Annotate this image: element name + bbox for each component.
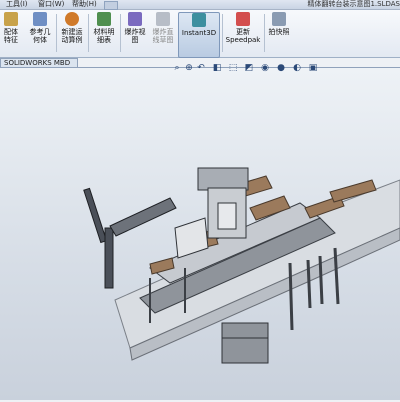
- menu-help[interactable]: 帮助(H): [72, 0, 97, 9]
- hide-show-icon[interactable]: ◉: [260, 63, 270, 73]
- left-post: [83, 187, 108, 244]
- explode-line-sketch-button[interactable]: 爆炸直 线草图: [149, 12, 177, 56]
- explode-line-sketch-label: 爆炸直 线草图: [152, 28, 174, 44]
- new-motion-study-label: 新建运 动算例: [61, 28, 83, 44]
- reference-geometry-button[interactable]: 参考几 何体: [26, 12, 54, 56]
- leg: [306, 259, 312, 309]
- graphics-viewport[interactable]: ⌕ ⊕ ↶ ◧ ⬚ ◩ ◉ ● ◐ ▣: [0, 63, 400, 400]
- motion-study-icon: [65, 12, 79, 26]
- camera-snapshot-icon: [272, 12, 286, 26]
- new-motion-study-button[interactable]: 新建运 动算例: [58, 12, 86, 56]
- left-arm: [109, 197, 177, 237]
- take-snapshot-button[interactable]: 拍快照: [266, 12, 292, 56]
- separator: [120, 14, 121, 52]
- menu-window[interactable]: 窗口(W): [38, 0, 64, 9]
- command-manager-ribbon: 配体 特征 参考几 何体 新建运 动算例 材料明 细表 爆炸视 图 爆炸直 线草…: [0, 10, 400, 58]
- exploded-view-label: 爆炸视 图: [124, 28, 146, 44]
- assembly-model: [83, 167, 400, 364]
- instant3d-icon: [192, 13, 206, 27]
- update-speedpak-label: 更新 Speedpak: [225, 28, 261, 44]
- take-snapshot-label: 拍快照: [268, 28, 290, 36]
- separator: [222, 14, 223, 52]
- zoom-to-fit-icon[interactable]: ⌕: [172, 63, 182, 73]
- display-style-icon[interactable]: ◩: [244, 63, 254, 73]
- section-view-icon[interactable]: ◧: [212, 63, 222, 73]
- motor: [217, 202, 237, 230]
- lower-frame: [221, 322, 269, 364]
- bom-table-icon: [97, 12, 111, 26]
- reference-geometry-label: 参考几 何体: [29, 28, 51, 44]
- reference-geometry-icon: [33, 12, 47, 26]
- exploded-view-button[interactable]: 爆炸视 图: [122, 12, 148, 56]
- leg: [318, 255, 324, 305]
- appearance-icon[interactable]: ●: [276, 63, 286, 73]
- tab-solidworks-mbd[interactable]: SOLIDWORKS MBD: [0, 58, 78, 67]
- zoom-area-icon[interactable]: ⊕: [184, 63, 194, 73]
- leg: [288, 262, 294, 331]
- separator: [264, 14, 265, 52]
- bill-of-materials-button[interactable]: 材料明 细表: [90, 12, 118, 56]
- assembly-feature-icon: [4, 12, 18, 26]
- separator: [88, 14, 89, 52]
- pin-icon[interactable]: [104, 1, 118, 10]
- update-speedpak-button[interactable]: 更新 Speedpak: [224, 12, 262, 56]
- instant3d-button[interactable]: Instant3D: [178, 12, 220, 58]
- speedpak-icon: [236, 12, 250, 26]
- assembly-feature-label: 配体 特征: [4, 28, 18, 44]
- tower-top: [197, 167, 249, 191]
- scene-icon[interactable]: ◐: [292, 63, 302, 73]
- document-title: 精体翻转台装示意图1.SLDAS: [307, 0, 400, 8]
- separator: [56, 14, 57, 52]
- left-column: [104, 227, 114, 289]
- exploded-view-icon: [128, 12, 142, 26]
- bill-of-materials-label: 材料明 细表: [93, 28, 115, 44]
- heads-up-toolbar: ⌕ ⊕ ↶ ◧ ⬚ ◩ ◉ ● ◐ ▣: [172, 63, 352, 75]
- previous-view-icon[interactable]: ↶: [196, 63, 206, 73]
- view-orientation-icon[interactable]: ⬚: [228, 63, 238, 73]
- explode-line-sketch-icon: [156, 12, 170, 26]
- instant3d-label: Instant3D: [181, 29, 217, 37]
- menu-tools[interactable]: 工具(I): [6, 0, 28, 9]
- assembly-feature-button[interactable]: 配体 特征: [0, 12, 22, 56]
- view-settings-icon[interactable]: ▣: [308, 63, 318, 73]
